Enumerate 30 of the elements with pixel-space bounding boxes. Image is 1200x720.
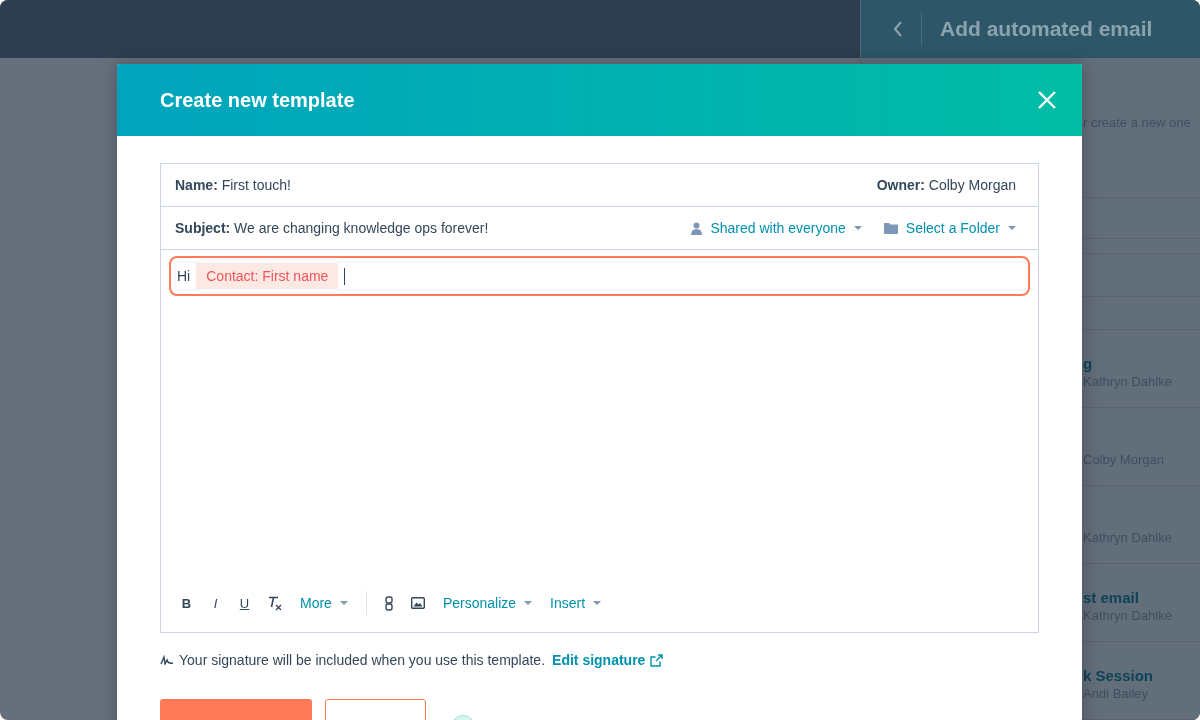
person-icon (691, 221, 703, 235)
image-icon[interactable] (410, 597, 425, 609)
signature-note: Your signature will be included when you use this template. (179, 652, 546, 668)
format-button[interactable]: U (239, 595, 250, 611)
text-cursor (344, 267, 346, 285)
folder-icon (883, 222, 898, 234)
body-text: Hi (177, 268, 191, 284)
insert-dropdown[interactable]: Insert (550, 595, 602, 611)
sharing-dropdown[interactable]: Shared with everyone (691, 220, 862, 236)
link-icon[interactable] (384, 595, 393, 611)
folder-dropdown[interactable]: Select a Folder (883, 220, 1016, 236)
subject-field[interactable]: Subject: We are changing knowledge ops forever! (175, 220, 489, 236)
template-title[interactable]: st email (1083, 589, 1200, 606)
clear-format-icon[interactable] (268, 595, 282, 611)
format-button[interactable]: B (181, 595, 192, 611)
personalize-dropdown[interactable]: Personalize (442, 595, 533, 611)
edit-signature-link[interactable]: Edit signature (552, 652, 646, 668)
template-title[interactable]: g (1083, 355, 1200, 372)
more-dropdown[interactable]: More (300, 595, 348, 611)
format-button[interactable]: I (210, 595, 221, 611)
external-link-icon[interactable] (650, 653, 664, 667)
panel-title: Add automated email (940, 17, 1153, 41)
template-title[interactable]: k Session (1083, 667, 1200, 684)
modal-title: Create new template (160, 88, 355, 112)
signature-icon (160, 655, 174, 665)
back-icon[interactable] (893, 21, 903, 37)
personalization-token[interactable]: Contact: First name (196, 263, 339, 289)
owner-field[interactable]: Owner: Colby Morgan (876, 177, 1016, 193)
close-icon[interactable] (1038, 91, 1056, 109)
name-field[interactable]: Name: First touch! (175, 177, 291, 193)
